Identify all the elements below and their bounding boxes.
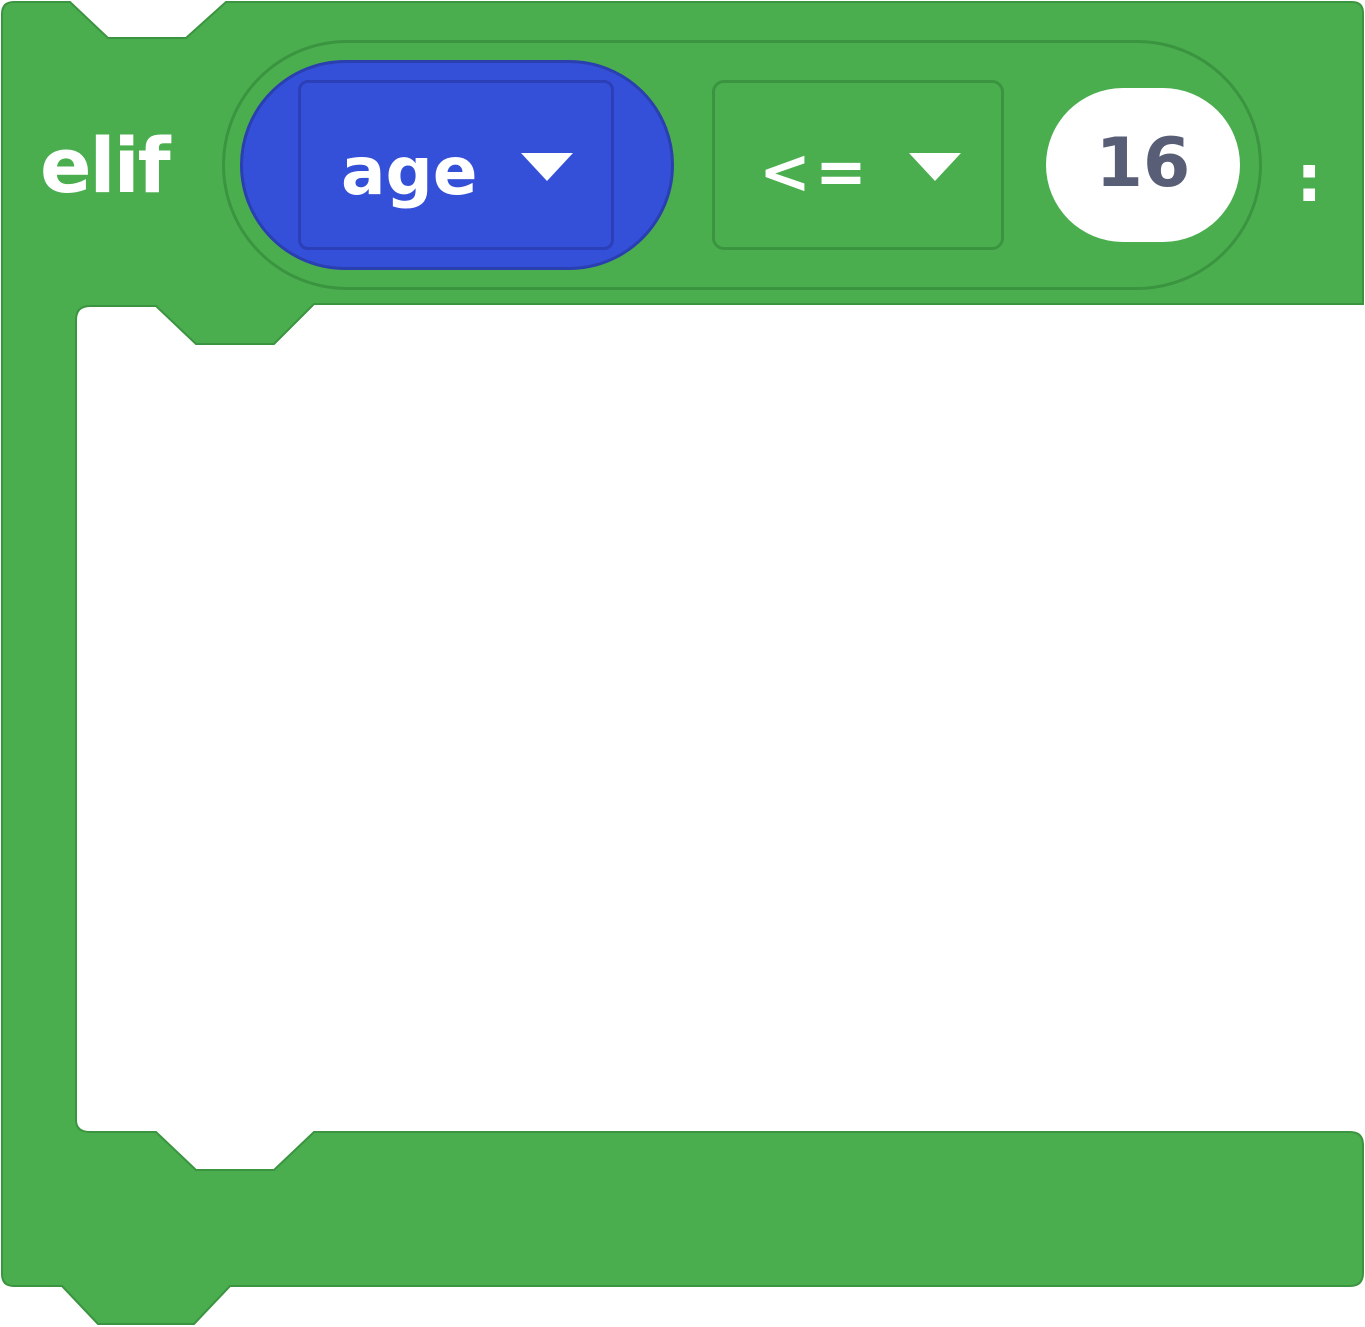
operator-label: <=	[759, 135, 871, 208]
elif-keyword-label: elif	[40, 121, 171, 210]
dropdown-caret-icon	[521, 153, 573, 181]
number-value: 16	[1095, 124, 1191, 203]
workspace: elif age <= 16 :	[0, 0, 1365, 1327]
variable-name-label: age	[341, 133, 478, 210]
statement-slot[interactable]	[80, 350, 1360, 1125]
operator-dropdown[interactable]: <=	[712, 80, 1004, 250]
colon-label: :	[1296, 140, 1323, 217]
dropdown-caret-icon	[909, 153, 961, 181]
variable-dropdown[interactable]: age	[298, 80, 614, 250]
number-input[interactable]: 16	[1046, 88, 1240, 242]
